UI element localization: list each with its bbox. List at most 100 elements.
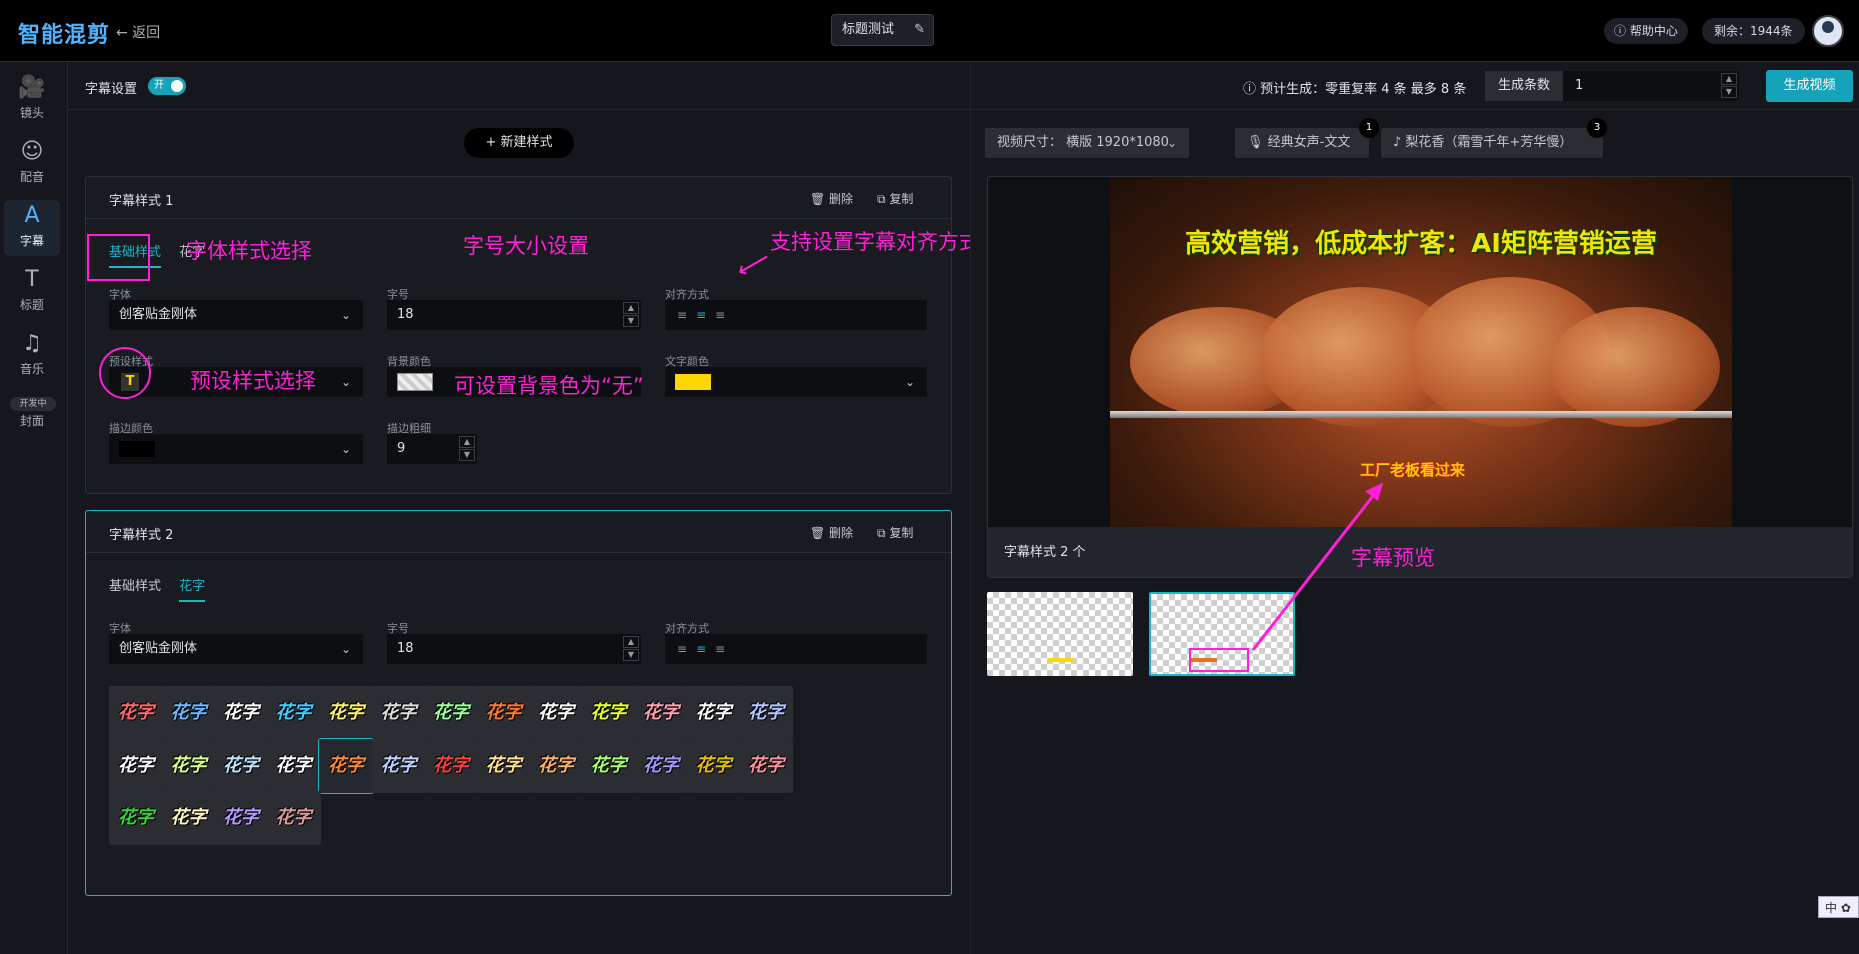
bg-color-swatch <box>397 373 433 391</box>
subtitle-style-card: 字幕样式 2 🗑 删除 ⧉ 复制 基础样式 花字 字体 创客贴金刚体 ⌄ 字号 … <box>85 510 952 896</box>
sidebar-item-title[interactable]: T 标题 <box>4 264 60 320</box>
delete-button[interactable]: 🗑 删除 <box>810 190 853 207</box>
fancy-text-tile[interactable]: 花字 <box>161 738 216 793</box>
sidebar-item-label: 封面 <box>19 414 44 428</box>
annotation-bg: 可设置背景色为“无” <box>454 374 644 398</box>
sidebar-item-label: 音乐 <box>19 362 44 376</box>
edit-icon: ✎ <box>914 22 925 37</box>
avatar[interactable] <box>1812 15 1844 47</box>
tab-basic-style[interactable]: 基础样式 <box>109 575 161 600</box>
fancy-text-tile[interactable]: 花字 <box>266 738 321 793</box>
fancy-text-tile[interactable]: 花字 <box>109 686 163 740</box>
sidebar-item-label: 镜头 <box>19 106 44 120</box>
project-title-button[interactable]: 标题测试 ✎ <box>831 14 934 46</box>
fancy-text-tile[interactable]: 花字 <box>581 686 636 740</box>
subtitle-toggle[interactable]: 开 <box>148 77 186 95</box>
fancy-text-tile[interactable]: 花字 <box>424 738 478 793</box>
fancy-text-tile[interactable]: 花字 <box>529 738 583 793</box>
voice-icon: ☺ <box>20 139 44 164</box>
fancy-text-tile[interactable]: 花字 <box>266 686 321 740</box>
style-tabs: 基础样式 花字 <box>109 575 219 602</box>
stroke-color-swatch <box>119 441 155 457</box>
font-select[interactable]: 创客贴金刚体 ⌄ <box>109 300 363 330</box>
fancy-text-tile[interactable]: 花字 <box>109 738 163 793</box>
subtitle-settings-panel: 字幕设置 开 + 新建样式 字幕样式 1 🗑 删除 ⧉ 复制 基础样式 花字 字… <box>68 62 980 954</box>
chevron-down-icon: ⌄ <box>340 642 351 656</box>
dev-badge: 开发中 <box>10 397 56 411</box>
chevron-down-icon: ⌄ <box>340 375 351 389</box>
size-value: 18 <box>397 641 414 656</box>
tab-fancy-text[interactable]: 花字 <box>179 575 206 602</box>
sidebar-item-label: 字幕 <box>19 234 44 248</box>
chevron-down-icon: ⌄ <box>904 375 915 389</box>
card-header: 字幕样式 1 🗑 删除 ⧉ 复制 <box>86 177 951 219</box>
text-color-swatch <box>675 374 711 390</box>
sidebar-item-music[interactable]: ♫ 音乐 <box>4 328 60 384</box>
fancy-text-tile[interactable]: 花字 <box>686 738 741 793</box>
new-style-button[interactable]: + 新建样式 <box>464 128 574 158</box>
fancy-text-tile[interactable]: 花字 <box>739 738 793 793</box>
text-color-select[interactable]: ⌄ <box>665 367 927 397</box>
stroke-width-input[interactable]: 9 ▲ ▼ <box>387 434 477 464</box>
fancy-text-tile[interactable]: 花字 <box>214 738 268 793</box>
annotation-box-font <box>87 234 150 281</box>
font-value: 创客贴金刚体 <box>119 641 198 656</box>
annotation-arrow-preview <box>1251 482 1384 651</box>
camera-icon: 🎥 <box>18 75 46 100</box>
fancy-text-tile[interactable]: 花字 <box>214 791 268 845</box>
fancy-text-tile[interactable]: 花字 <box>161 791 216 845</box>
fancy-text-tile[interactable]: 花字 <box>529 686 583 740</box>
sidebar-item-cover[interactable]: 封面 <box>4 412 60 436</box>
card-title: 字幕样式 1 <box>109 194 174 209</box>
size-stepper[interactable]: ▲ ▼ <box>623 302 639 328</box>
sidebar-item-shots[interactable]: 🎥 镜头 <box>4 72 60 128</box>
fancy-text-tile[interactable]: 花字 <box>109 791 163 845</box>
fancy-text-tile[interactable]: 花字 <box>266 791 321 845</box>
sidebar: 🎥 镜头 ☺ 配音 A 字幕 T 标题 ♫ 音乐 开发中 封面 <box>0 62 68 954</box>
sidebar-item-label: 标题 <box>19 298 44 312</box>
delete-button[interactable]: 🗑 删除 <box>810 524 853 541</box>
fancy-text-tile[interactable]: 花字 <box>318 737 374 794</box>
app-logo: 智能混剪 <box>18 23 111 48</box>
card-title: 字幕样式 2 <box>109 528 174 543</box>
fancy-text-tile[interactable]: 花字 <box>634 686 688 740</box>
size-input[interactable]: 18 ▲ ▼ <box>387 300 641 330</box>
annotation-size: 字号大小设置 <box>463 234 589 258</box>
project-title: 标题测试 <box>842 22 895 37</box>
fancy-text-tile[interactable]: 花字 <box>476 738 531 793</box>
align-icons[interactable]: ≡≡≡ <box>677 634 734 664</box>
fancy-text-tile[interactable]: 花字 <box>634 738 688 793</box>
fancy-text-tile[interactable]: 花字 <box>686 686 741 740</box>
annotation-font: 字体样式选择 <box>186 239 312 263</box>
size-input[interactable]: 18 ▲ ▼ <box>387 634 641 664</box>
size-stepper[interactable]: ▲ ▼ <box>623 636 639 662</box>
annotation-align: 支持设置字幕对齐方式 <box>770 230 980 254</box>
fancy-text-tile[interactable]: 花字 <box>739 686 793 740</box>
panel-header: 字幕设置 开 <box>68 62 970 110</box>
subtitle-style-card: 字幕样式 1 🗑 删除 ⧉ 复制 基础样式 花字 字体 创客贴金刚体 ⌄ 字号 … <box>85 176 952 494</box>
fancy-text-tile[interactable]: 花字 <box>371 738 426 793</box>
align-icons[interactable]: ≡≡≡ <box>677 300 734 330</box>
font-select[interactable]: 创客贴金刚体 ⌄ <box>109 634 363 664</box>
copy-button[interactable]: ⧉ 复制 <box>877 524 913 541</box>
back-button[interactable]: ← 返回 <box>116 22 160 42</box>
copy-button[interactable]: ⧉ 复制 <box>877 190 913 207</box>
help-center-button[interactable]: ⓘ 帮助中心 <box>1604 18 1688 44</box>
fancy-text-tile[interactable]: 花字 <box>161 686 216 740</box>
fancy-text-tile[interactable]: 花字 <box>476 686 531 740</box>
stroke-width-value: 9 <box>397 441 406 456</box>
sidebar-item-subtitles[interactable]: A 字幕 <box>4 200 60 256</box>
fancy-text-tile[interactable]: 花字 <box>371 686 426 740</box>
stroke-width-stepper[interactable]: ▲ ▼ <box>459 436 475 462</box>
sidebar-item-voice[interactable]: ☺ 配音 <box>4 136 60 192</box>
stroke-color-select[interactable]: ⌄ <box>109 434 363 464</box>
fancy-text-tile[interactable]: 花字 <box>424 686 478 740</box>
annotation-preset: 预设样式选择 <box>190 369 316 393</box>
chevron-down-icon: ⌄ <box>340 442 351 456</box>
fancy-text-tile[interactable]: 花字 <box>581 738 636 793</box>
quota-badge: 剩余：1944条 <box>1702 18 1805 44</box>
fancy-text-tile[interactable]: 花字 <box>319 686 373 740</box>
fancy-text-tile[interactable]: 花字 <box>214 686 268 740</box>
size-value: 18 <box>397 307 414 322</box>
card-header: 字幕样式 2 🗑 删除 ⧉ 复制 <box>86 511 951 553</box>
